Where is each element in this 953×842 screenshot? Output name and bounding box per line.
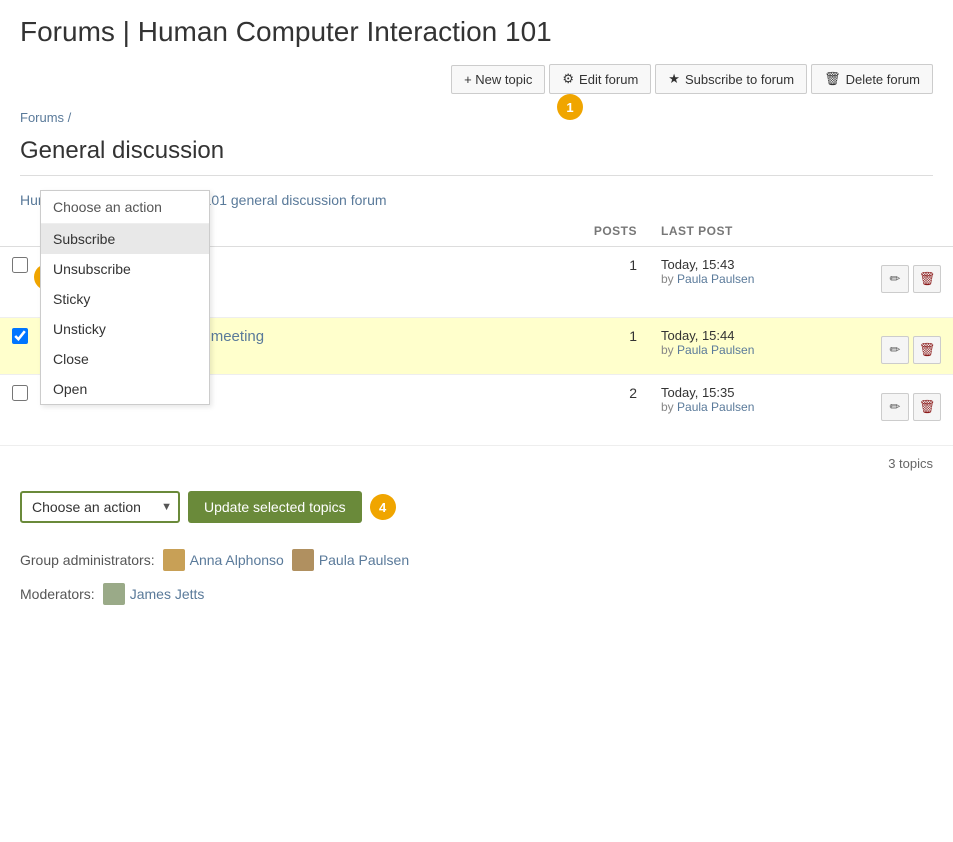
action-select[interactable]: Choose an action Subscribe Unsubscribe S… <box>20 491 180 523</box>
page-header: Forums | Human Computer Interaction 101 … <box>0 0 953 102</box>
dropdown-item-close[interactable]: Close <box>41 344 209 374</box>
group-admins: Group administrators: Anna Alphonso Paul… <box>0 533 953 579</box>
admin1-link[interactable]: Anna Alphonso <box>190 552 284 568</box>
breadcrumb-forums-link[interactable]: Forums <box>20 110 64 125</box>
row1-action-cell: ✏ 🗑 <box>869 247 953 318</box>
row2-posts: 1 <box>569 318 649 375</box>
update-selected-button[interactable]: Update selected topics <box>188 491 362 523</box>
moderator-item-1: James Jetts <box>103 583 205 605</box>
dropdown-item-unsubscribe[interactable]: Unsubscribe <box>41 254 209 284</box>
section-title: General discussion <box>0 133 953 175</box>
row2-delete-button[interactable]: 🗑 <box>913 336 941 364</box>
delete-forum-button[interactable]: 🗑 Delete forum <box>811 64 933 94</box>
row1-posts: 1 <box>569 247 649 318</box>
action-select-wrapper: Choose an action Subscribe Unsubscribe S… <box>20 491 180 523</box>
row3-edit-button[interactable]: ✏ <box>881 393 909 421</box>
row3-checkbox-cell <box>0 375 40 446</box>
admin-item-2: Paula Paulsen <box>292 549 409 571</box>
dropdown-header: Choose an action <box>41 191 209 224</box>
toolbar: + New topic ⚙ Edit forum ★ Subscribe to … <box>0 56 953 102</box>
admin2-avatar <box>292 549 314 571</box>
badge-4: 4 <box>370 494 396 520</box>
table-row: Choose an action Subscribe Unsubscribe S… <box>0 375 953 446</box>
row3-action-cell: ✏ 🗑 <box>869 375 953 446</box>
row3-delete-button[interactable]: 🗑 <box>913 393 941 421</box>
subscribe-forum-button[interactable]: ★ Subscribe to forum <box>655 64 807 94</box>
row3-lastpost: Today, 15:35 by Paula Paulsen <box>649 375 869 446</box>
dropdown-menu: Choose an action Subscribe Unsubscribe S… <box>40 190 210 405</box>
row3-topic-cell: Choose an action Subscribe Unsubscribe S… <box>40 375 569 446</box>
dropdown-item-subscribe[interactable]: Subscribe <box>41 224 209 254</box>
row2-checkbox[interactable] <box>12 328 28 344</box>
row3-posts: 2 <box>569 375 649 446</box>
row1-edit-button[interactable]: ✏ <box>881 265 909 293</box>
row3-checkbox[interactable] <box>12 385 28 401</box>
col-checkbox <box>0 216 40 247</box>
group-admins-label: Group administrators: <box>20 552 155 568</box>
dropdown-item-unsticky[interactable]: Unsticky <box>41 314 209 344</box>
row1-lastpost-author-link[interactable]: Paula Paulsen <box>677 272 754 286</box>
row2-edit-button[interactable]: ✏ <box>881 336 909 364</box>
col-actions <box>869 216 953 247</box>
bottom-toolbar: Choose an action Subscribe Unsubscribe S… <box>0 481 953 533</box>
breadcrumb: Forums / <box>0 102 953 133</box>
admin1-avatar <box>163 549 185 571</box>
gear-icon: ⚙ <box>562 71 574 87</box>
topics-table: TOPIC POSTS LAST POST 2 ★ First trial by… <box>0 216 953 446</box>
moderators-label: Moderators: <box>20 586 95 602</box>
moderators: Moderators: James Jetts <box>0 579 953 621</box>
topics-count: 3 topics <box>0 446 953 481</box>
dropdown-item-sticky[interactable]: Sticky <box>41 284 209 314</box>
page-title: Forums | Human Computer Interaction 101 <box>20 16 933 48</box>
col-lastpost: LAST POST <box>649 216 869 247</box>
admin2-link[interactable]: Paula Paulsen <box>319 552 409 568</box>
row1-checkbox[interactable] <box>12 257 28 273</box>
row2-lastpost-author-link[interactable]: Paula Paulsen <box>677 343 754 357</box>
row2-checkbox-cell <box>0 318 40 375</box>
edit-forum-button[interactable]: ⚙ Edit forum <box>549 64 651 94</box>
moderator1-avatar <box>103 583 125 605</box>
star-icon: ★ <box>668 71 680 87</box>
row1-lastpost: Today, 15:43 by Paula Paulsen <box>649 247 869 318</box>
moderator1-link[interactable]: James Jetts <box>130 586 205 602</box>
row1-delete-button[interactable]: 🗑 <box>913 265 941 293</box>
row3-lastpost-author-link[interactable]: Paula Paulsen <box>677 400 754 414</box>
row2-lastpost: Today, 15:44 by Paula Paulsen <box>649 318 869 375</box>
new-topic-button[interactable]: + New topic <box>451 65 545 94</box>
dropdown-item-open[interactable]: Open <box>41 374 209 404</box>
col-posts: POSTS <box>569 216 649 247</box>
admin-item-1: Anna Alphonso <box>163 549 284 571</box>
trash-icon: 🗑 <box>824 71 841 87</box>
badge-1: 1 <box>557 94 583 120</box>
row2-action-cell: ✏ 🗑 <box>869 318 953 375</box>
